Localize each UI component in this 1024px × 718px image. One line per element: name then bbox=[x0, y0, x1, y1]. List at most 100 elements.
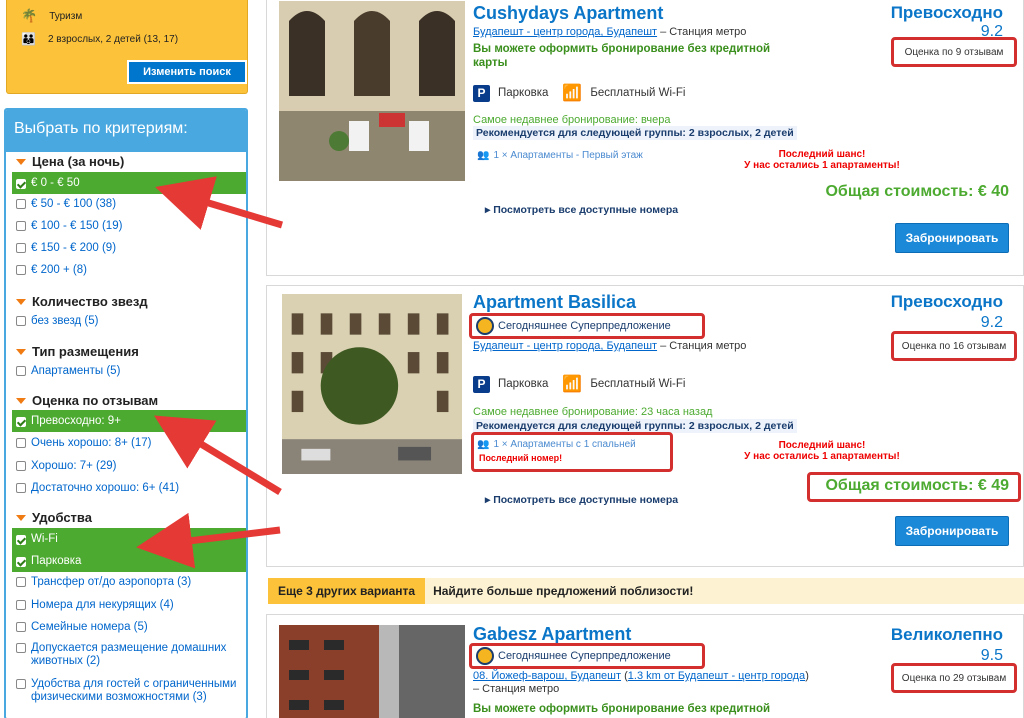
checkbox-icon[interactable] bbox=[16, 679, 26, 689]
filter-group-price[interactable]: Цена (за ночь) bbox=[16, 154, 124, 169]
rating-word: Великолепно bbox=[890, 625, 1003, 644]
filter-non-smoking[interactable]: Номера для некурящих (4) bbox=[16, 599, 242, 612]
checkbox-icon[interactable] bbox=[16, 483, 26, 493]
rooms-left: У нас остались 1 апартаменты! bbox=[744, 160, 900, 171]
review-count[interactable]: Оценка по 16 отзывам bbox=[891, 331, 1017, 361]
filter-price-150-200[interactable]: € 150 - € 200 (9) bbox=[16, 242, 242, 255]
caret-down-icon bbox=[16, 348, 26, 355]
see-all-rooms-link[interactable]: ▸ Посмотреть все доступные номера bbox=[485, 204, 678, 216]
filter-group-label: Удобства bbox=[32, 510, 92, 525]
trip-type: Туризм bbox=[49, 10, 83, 22]
filter-group-amenities[interactable]: Удобства bbox=[16, 510, 92, 525]
hotel-address: 08. Йожеф-варош, Будапешт (1.3 km от Буд… bbox=[473, 670, 809, 695]
filter-pets[interactable]: Допускается размещение домашних животных… bbox=[16, 642, 242, 668]
filter-apartments[interactable]: Апартаменты (5) bbox=[16, 365, 242, 378]
filter-group-type[interactable]: Тип размещения bbox=[16, 344, 139, 359]
filter-label: Парковка bbox=[31, 554, 82, 567]
more-options-bar[interactable]: Еще 3 других варианта Найдите больше пре… bbox=[268, 578, 1024, 604]
see-all-label: Посмотреть все доступные номера bbox=[493, 494, 679, 506]
checkbox-icon[interactable] bbox=[16, 199, 26, 209]
filter-price-200-plus[interactable]: € 200 + (8) bbox=[16, 264, 242, 277]
more-options-text[interactable]: Найдите больше предложений поблизости! bbox=[433, 584, 693, 598]
book-button[interactable]: Забронировать bbox=[895, 516, 1009, 546]
last-chance-title: Последний шанс! bbox=[778, 149, 866, 160]
book-button[interactable]: Забронировать bbox=[895, 223, 1009, 253]
distance-link[interactable]: 1.3 km от Будапешт - центр города bbox=[628, 670, 805, 682]
filter-price-50-100[interactable]: € 50 - € 100 (38) bbox=[16, 198, 242, 211]
checkbox-icon[interactable] bbox=[16, 600, 26, 610]
hotel-address: Будапешт - центр города, Будапешт – Стан… bbox=[473, 340, 746, 352]
filter-group-stars[interactable]: Количество звезд bbox=[16, 294, 148, 309]
parking-icon: P bbox=[473, 84, 490, 102]
filter-price-100-150[interactable]: € 100 - € 150 (19) bbox=[16, 220, 242, 233]
room-info[interactable]: 👥 1 × Апартаменты - Первый этаж bbox=[477, 150, 643, 161]
see-all-rooms-link[interactable]: ▸ Посмотреть все доступные номера bbox=[485, 494, 678, 506]
room-info[interactable]: 👥 1 × Апартаменты с 1 спальней bbox=[477, 439, 636, 450]
filter-review-6plus[interactable]: Достаточно хорошо: 6+ (41) bbox=[16, 482, 242, 495]
amenities-row: P Парковка 📶 Бесплатный Wi-Fi bbox=[473, 374, 685, 394]
checkbox-icon[interactable] bbox=[16, 461, 26, 471]
hotel-name[interactable]: Apartment Basilica bbox=[473, 292, 636, 313]
filter-label: € 100 - € 150 (19) bbox=[31, 220, 123, 232]
trip-type-row: 🌴 Туризм bbox=[21, 8, 82, 24]
checkbox-icon[interactable] bbox=[16, 265, 26, 275]
last-chance: Последний шанс! У нас остались 1 апартаме… bbox=[727, 149, 917, 171]
checkbox-icon[interactable] bbox=[16, 243, 26, 253]
review-count[interactable]: Оценка по 29 отзывам bbox=[891, 663, 1017, 693]
checkbox-icon[interactable] bbox=[16, 577, 26, 587]
rating-word: Превосходно bbox=[890, 292, 1003, 311]
checkbox-icon[interactable] bbox=[16, 366, 26, 376]
filter-no-stars[interactable]: без звезд (5) bbox=[16, 315, 242, 328]
rating-score: 9.2 bbox=[980, 314, 1003, 331]
address-link[interactable]: 08. Йожеф-варош, Будапешт bbox=[473, 670, 621, 682]
change-search-button[interactable]: Изменить поиск bbox=[127, 60, 247, 84]
no-card-note: Вы можете оформить бронирование без кред… bbox=[473, 703, 771, 715]
search-summary: 🌴 Туризм 👪 2 взрослых, 2 детей (13, 17) … bbox=[6, 0, 248, 94]
filter-wifi[interactable]: Wi-Fi bbox=[12, 528, 246, 550]
checkbox-checked-icon[interactable] bbox=[16, 556, 26, 567]
room-label: 1 × Апартаменты - Первый этаж bbox=[493, 150, 643, 161]
address-rest: – Станция метро bbox=[657, 340, 747, 352]
checkbox-checked-icon[interactable] bbox=[16, 416, 26, 427]
hotel-photo[interactable] bbox=[279, 625, 465, 718]
hotel-name[interactable]: Gabesz Apartment bbox=[473, 624, 631, 645]
filter-label: без звезд (5) bbox=[31, 315, 99, 327]
checkbox-checked-icon[interactable] bbox=[16, 534, 26, 545]
recommended-group: Рекомендуется для следующей группы: 2 вз… bbox=[473, 419, 797, 433]
filter-review-7plus[interactable]: Хорошо: 7+ (29) bbox=[16, 460, 242, 473]
hotel-photo[interactable] bbox=[279, 294, 465, 474]
hotel-photo[interactable] bbox=[279, 1, 465, 181]
wifi-icon: 📶 bbox=[562, 85, 583, 102]
filter-group-label: Количество звезд bbox=[32, 294, 148, 309]
filter-group-review[interactable]: Оценка по отзывам bbox=[16, 393, 158, 408]
wifi-icon: 📶 bbox=[562, 376, 583, 393]
hotel-name[interactable]: Cushydays Apartment bbox=[473, 3, 663, 24]
filter-parking[interactable]: Парковка bbox=[12, 550, 246, 572]
checkbox-icon[interactable] bbox=[16, 622, 26, 632]
filter-label: Номера для некурящих (4) bbox=[31, 599, 174, 611]
address-link[interactable]: Будапешт - центр города, Будапешт bbox=[473, 26, 657, 38]
address-rest: – Станция метро bbox=[473, 683, 560, 695]
medal-icon bbox=[476, 647, 494, 665]
filter-price-0-50[interactable]: € 0 - € 50 bbox=[12, 172, 246, 194]
people-icon: 👥 bbox=[477, 439, 490, 450]
filter-family-rooms[interactable]: Семейные номера (5) bbox=[16, 621, 242, 634]
palm-icon: 🌴 bbox=[21, 8, 38, 23]
no-card-note: Вы можете оформить бронирование без кред… bbox=[473, 43, 771, 69]
checkbox-icon[interactable] bbox=[16, 643, 26, 653]
more-options-tag[interactable]: Еще 3 других варианта bbox=[268, 578, 426, 604]
filter-airport-transfer[interactable]: Трансфер от/до аэропорта (3) bbox=[16, 576, 242, 589]
checkbox-icon[interactable] bbox=[16, 438, 26, 448]
filter-review-9plus[interactable]: Превосходно: 9+ bbox=[12, 410, 246, 432]
filter-label: € 150 - € 200 (9) bbox=[31, 242, 117, 254]
filter-review-8plus[interactable]: Очень хорошо: 8+ (17) bbox=[16, 437, 242, 450]
address-link[interactable]: Будапешт - центр города, Будапешт bbox=[473, 340, 657, 352]
total-price: Общая стоимость: € 40 bbox=[825, 183, 1009, 200]
checkbox-checked-icon[interactable] bbox=[16, 178, 26, 189]
review-count[interactable]: Оценка по 9 отзывам bbox=[891, 37, 1017, 67]
wifi-label: Бесплатный Wi-Fi bbox=[590, 378, 686, 390]
filter-accessibility[interactable]: Удобства для гостей с ограниченными физи… bbox=[16, 678, 242, 704]
checkbox-icon[interactable] bbox=[16, 221, 26, 231]
people-icon: 👪 bbox=[21, 32, 36, 46]
checkbox-icon[interactable] bbox=[16, 316, 26, 326]
